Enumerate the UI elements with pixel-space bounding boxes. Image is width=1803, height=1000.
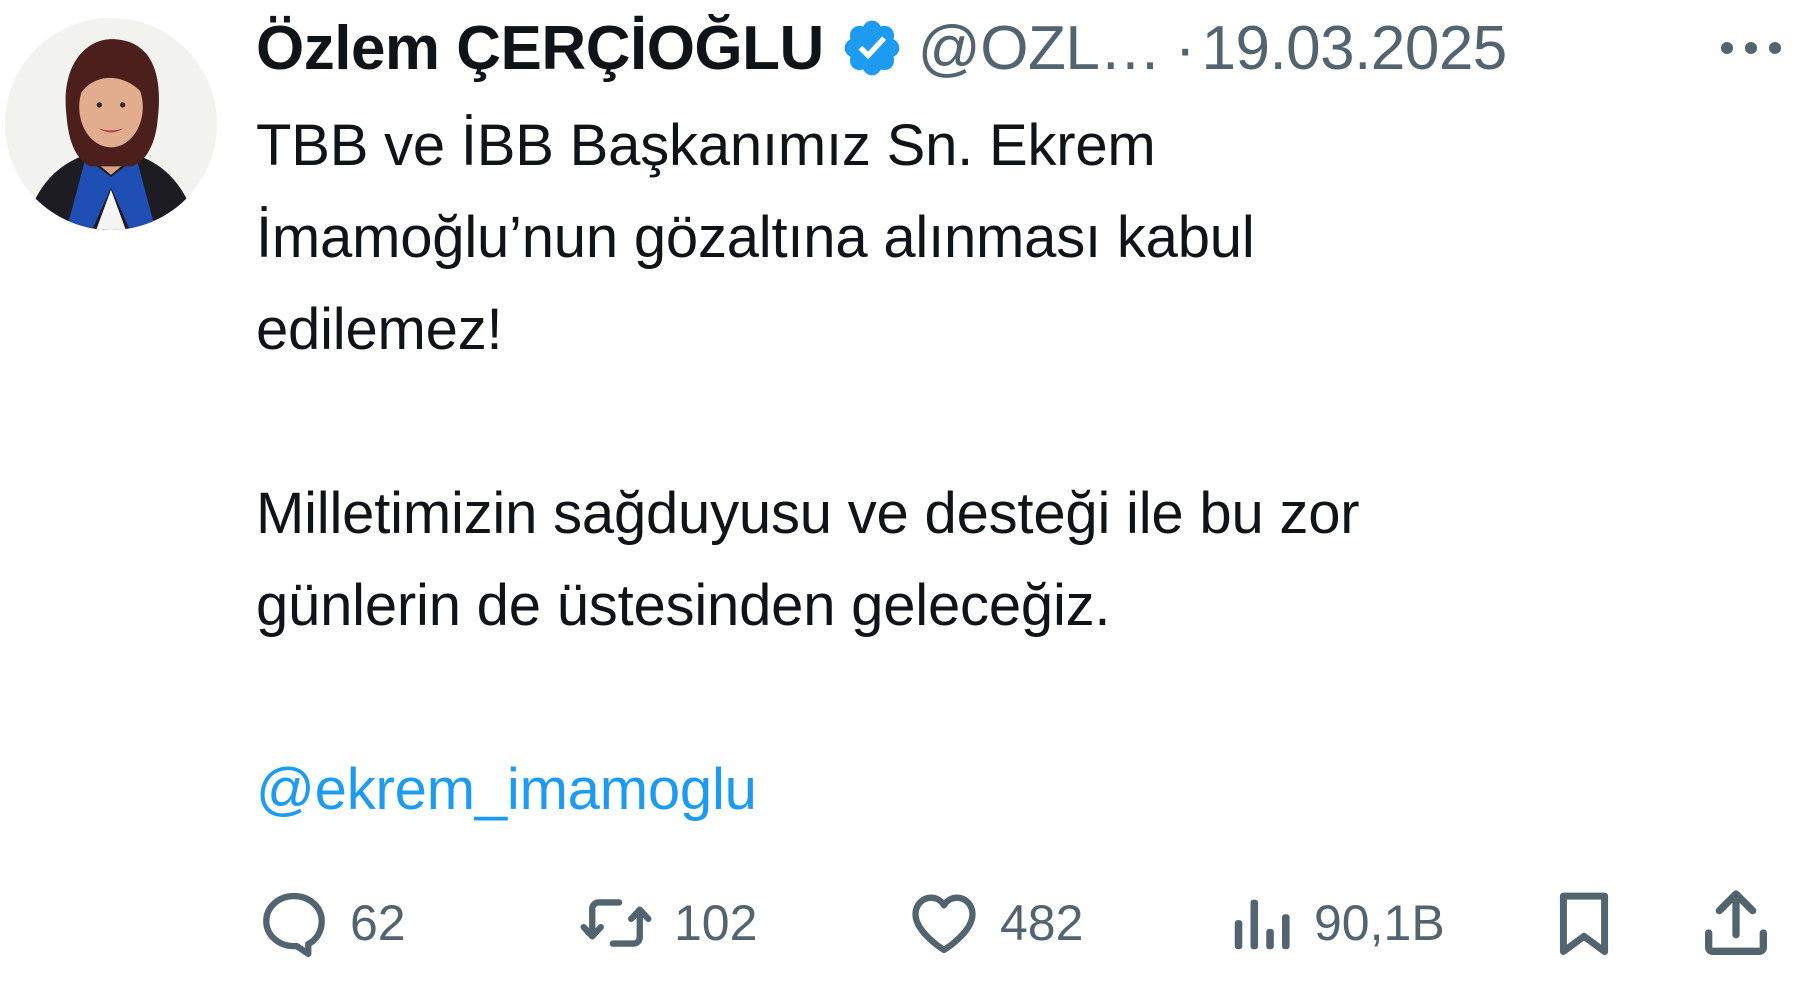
tweet-text-line: İmamoğlu’nun gözaltına alınması kabul bbox=[256, 205, 1255, 270]
tweet-header: Özlem ÇERÇİOĞLU @OZL… · 19.03.2025 bbox=[256, 8, 1796, 88]
author-avatar[interactable] bbox=[5, 18, 217, 230]
reply-button[interactable]: 62 bbox=[256, 878, 406, 968]
views-button[interactable]: 90,1B bbox=[1226, 878, 1445, 968]
header-separator: · bbox=[1174, 13, 1196, 83]
share-icon bbox=[1705, 890, 1767, 955]
reply-count: 62 bbox=[350, 895, 406, 951]
views-icon bbox=[1234, 899, 1290, 950]
tweet-card[interactable]: Özlem ÇERÇİOĞLU @OZL… · 19.03.2025 TBB v… bbox=[0, 0, 1803, 1000]
share-button[interactable] bbox=[1696, 878, 1776, 968]
tweet-text-line: TBB ve İBB Başkanımız Sn. Ekrem bbox=[256, 113, 1156, 178]
retweet-icon bbox=[580, 899, 652, 947]
author-handle[interactable]: @OZL… bbox=[918, 13, 1162, 84]
bookmark-icon bbox=[1559, 892, 1609, 955]
retweet-button[interactable]: 102 bbox=[576, 878, 757, 968]
views-count: 90,1B bbox=[1314, 895, 1445, 951]
tweet-text-line: günlerin de üstesinden geleceğiz. bbox=[256, 573, 1111, 638]
author-name[interactable]: Özlem ÇERÇİOĞLU bbox=[256, 13, 824, 84]
tweet-text: TBB ve İBB Başkanımız Sn. Ekrem İmamoğlu… bbox=[256, 100, 1706, 836]
more-options-icon[interactable] bbox=[1718, 40, 1784, 56]
tweet-text-line: edilemez! bbox=[256, 297, 503, 362]
verified-badge-icon[interactable] bbox=[840, 16, 904, 80]
like-button[interactable]: 482 bbox=[906, 878, 1083, 968]
tweet-text-line: Milletimizin sağduyusu ve desteği ile bu… bbox=[256, 481, 1360, 546]
retweet-count: 102 bbox=[674, 895, 758, 951]
tweet-date[interactable]: 19.03.2025 bbox=[1201, 13, 1507, 84]
like-icon bbox=[912, 894, 976, 954]
avatar-image bbox=[5, 18, 217, 230]
tweet-actions: 62 102 482 90,1B bbox=[256, 878, 1796, 968]
like-count: 482 bbox=[1000, 895, 1084, 951]
reply-icon bbox=[263, 892, 325, 958]
mention-link[interactable]: @ekrem_imamoglu bbox=[256, 757, 757, 822]
bookmark-button[interactable] bbox=[1546, 878, 1622, 968]
